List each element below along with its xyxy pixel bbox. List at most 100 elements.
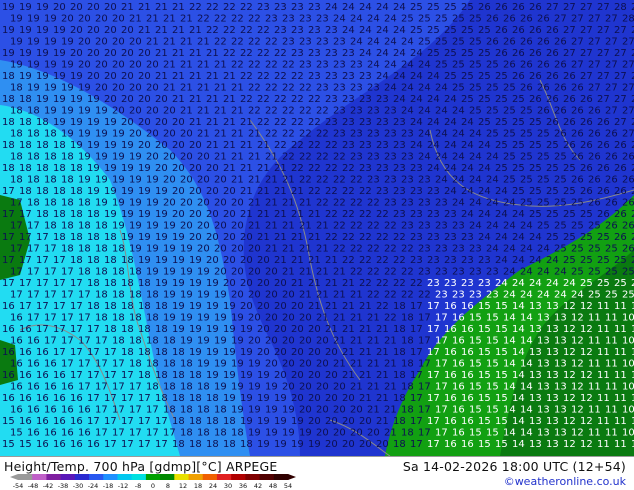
temperature-label: 18	[104, 301, 117, 312]
temperature-label: 23	[316, 14, 329, 25]
temperature-label: 18	[87, 278, 100, 289]
temperature-label: 22	[359, 255, 372, 266]
temperature-label: 19	[163, 244, 176, 255]
temperature-label: 18	[146, 313, 159, 324]
temperature-label: 27	[622, 106, 634, 117]
temperature-label: 22	[274, 94, 287, 105]
temperature-label: 17	[435, 313, 448, 324]
temperature-label: 21	[206, 140, 219, 151]
temperature-label: 19	[231, 405, 244, 416]
temperature-label: 18	[155, 301, 168, 312]
temperature-label: 23	[376, 140, 389, 151]
temperature-label: 12	[563, 347, 576, 358]
temperature-label: 17	[155, 439, 168, 450]
temperature-label: 25	[563, 163, 576, 174]
temperature-label: 19	[172, 255, 185, 266]
temperature-label: 11	[597, 370, 610, 381]
temperature-label: 20	[87, 48, 100, 59]
temperature-label: 21	[342, 347, 355, 358]
temperature-label: 18	[78, 244, 91, 255]
temperature-label: 21	[138, 25, 151, 36]
temperature-label: 20	[223, 209, 236, 220]
temperature-label: 22	[248, 14, 261, 25]
temperature-label: 11	[605, 313, 618, 324]
temperature-label: 20	[291, 324, 304, 335]
temperature-label: 23	[384, 198, 397, 209]
temperature-label: 20	[121, 94, 134, 105]
temperature-label: 11	[605, 336, 618, 347]
temperature-label: 17	[10, 267, 23, 278]
temperature-label: 17	[53, 255, 66, 266]
temperature-label: 20	[214, 221, 227, 232]
temperature-label: 12	[571, 405, 584, 416]
temperature-label: 26	[537, 37, 550, 48]
temperature-label: 16	[70, 439, 83, 450]
temperature-label: 18	[121, 324, 134, 335]
temperature-label: 19	[282, 405, 295, 416]
temperature-label: 18	[189, 370, 202, 381]
temperature-label: 18	[27, 106, 40, 117]
temperature-label: 21	[206, 117, 219, 128]
map-footer: Height/Temp. 700 hPa [gdmp][°C] ARPEGE S…	[0, 456, 634, 490]
temperature-label: 22	[231, 14, 244, 25]
temperature-label: 22	[299, 106, 312, 117]
temperature-label: 19	[240, 324, 253, 335]
temperature-label: 21	[274, 209, 287, 220]
temperature-label: 21	[189, 71, 202, 82]
temperature-label: 24	[478, 232, 491, 243]
temperature-label: 20	[282, 313, 295, 324]
temperature-label: 25	[554, 244, 567, 255]
temperature-label: 21	[376, 370, 389, 381]
temperature-label: 20	[299, 336, 312, 347]
temperature-label: 26	[537, 14, 550, 25]
temperature-label: 16	[36, 347, 49, 358]
temperature-label: 26	[529, 94, 542, 105]
temperature-label: 27	[605, 83, 618, 94]
temperature-label: 20	[180, 221, 193, 232]
temperature-label: 26	[537, 60, 550, 71]
legend-tick-label: 30	[224, 482, 232, 490]
temperature-label: 20	[325, 347, 338, 358]
temperature-label: 22	[248, 83, 261, 94]
temperature-label: 11	[588, 405, 601, 416]
temperature-label: 26	[605, 198, 618, 209]
temperature-label: 19	[95, 129, 108, 140]
temperature-label: 18	[172, 370, 185, 381]
temperature-label: 19	[223, 370, 236, 381]
temperature-label: 24	[469, 198, 482, 209]
temperature-label: 24	[418, 83, 431, 94]
temperature-label: 18	[401, 313, 414, 324]
temperature-label: 25	[622, 267, 634, 278]
temperature-label: 17	[78, 336, 91, 347]
temperature-label: 17	[418, 405, 431, 416]
temperature-label: 23	[410, 255, 423, 266]
temperature-label: 16	[78, 405, 91, 416]
temperature-label: 26	[478, 2, 491, 13]
temperature-label: 11	[597, 439, 610, 450]
temperature-label: 12	[580, 347, 593, 358]
temperature-label: 20	[282, 382, 295, 393]
temperature-label: 23	[401, 175, 414, 186]
temperature-label: 21	[291, 255, 304, 266]
temperature-label: 10	[622, 359, 634, 370]
temperature-label: 18	[129, 267, 142, 278]
temperature-label: 25	[520, 129, 533, 140]
temperature-label: 13	[537, 336, 550, 347]
temperature-label: 20	[214, 175, 227, 186]
temperature-label: 22	[342, 255, 355, 266]
credit-link[interactable]: ©weatheronline.co.uk	[504, 475, 626, 488]
temperature-label: 24	[367, 60, 380, 71]
temperature-label: 19	[197, 290, 210, 301]
temperature-label: 22	[240, 94, 253, 105]
temperature-label: 26	[520, 60, 533, 71]
temperature-label: 22	[384, 290, 397, 301]
temperature-label: 18	[27, 152, 40, 163]
temperature-label: 19	[214, 382, 227, 393]
temperature-label: 22	[376, 301, 389, 312]
temperature-label: 17	[410, 324, 423, 335]
temperature-label: 19	[189, 278, 202, 289]
temperature-label: 25	[435, 37, 448, 48]
temperature-label: 20	[308, 324, 321, 335]
temperature-label: 20	[308, 393, 321, 404]
temperature-label: 24	[537, 290, 550, 301]
